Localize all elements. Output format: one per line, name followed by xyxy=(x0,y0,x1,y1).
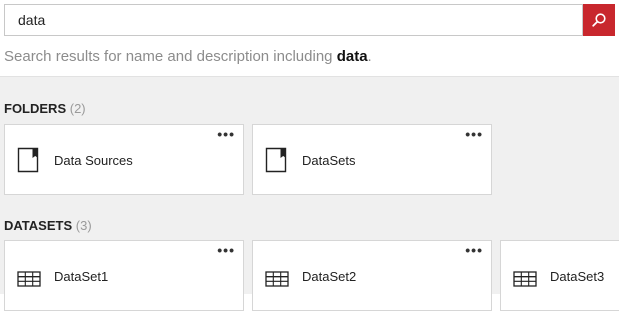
datasets-header: DATASETS (3) xyxy=(4,218,92,233)
table-icon xyxy=(17,271,41,287)
search-icon xyxy=(592,13,606,27)
folder-label: DataSets xyxy=(302,153,356,168)
folder-icon xyxy=(17,147,39,173)
search-box xyxy=(4,4,583,36)
hint-suffix: . xyxy=(367,48,372,65)
datasets-title: DATASETS xyxy=(4,218,73,233)
dataset-label: DataSet3 xyxy=(550,269,605,284)
table-icon xyxy=(265,271,289,287)
folder-label: Data Sources xyxy=(54,153,133,168)
folders-count: (2) xyxy=(69,101,86,116)
search-input[interactable] xyxy=(5,5,582,35)
folder-card-data-sources[interactable]: ••• Data Sources xyxy=(4,124,244,195)
dataset-card-dataset2[interactable]: ••• DataSet2 xyxy=(252,240,492,311)
results-panel: FOLDERS (2) ••• Data Sources ••• DataSet… xyxy=(0,76,619,311)
hint-term: data xyxy=(336,48,368,65)
dataset-label: DataSet2 xyxy=(302,269,357,284)
datasets-count: (3) xyxy=(75,218,92,233)
dataset-card-dataset3[interactable]: DataSet3 xyxy=(500,240,619,311)
search-hint: Search results for name and description … xyxy=(4,48,372,65)
folders-title: FOLDERS xyxy=(4,101,67,116)
more-options-icon[interactable]: ••• xyxy=(465,243,483,257)
more-options-icon[interactable]: ••• xyxy=(465,127,483,141)
search-button[interactable] xyxy=(583,4,615,36)
more-options-icon[interactable]: ••• xyxy=(217,127,235,141)
folder-icon xyxy=(265,147,287,173)
hint-prefix: Search results for name and description … xyxy=(4,48,337,65)
table-icon xyxy=(513,271,537,287)
more-options-icon[interactable]: ••• xyxy=(217,243,235,257)
dataset-card-dataset1[interactable]: ••• DataSet1 xyxy=(4,240,244,311)
dataset-label: DataSet1 xyxy=(54,269,109,284)
folders-header: FOLDERS (2) xyxy=(4,101,86,116)
folder-card-datasets[interactable]: ••• DataSets xyxy=(252,124,492,195)
